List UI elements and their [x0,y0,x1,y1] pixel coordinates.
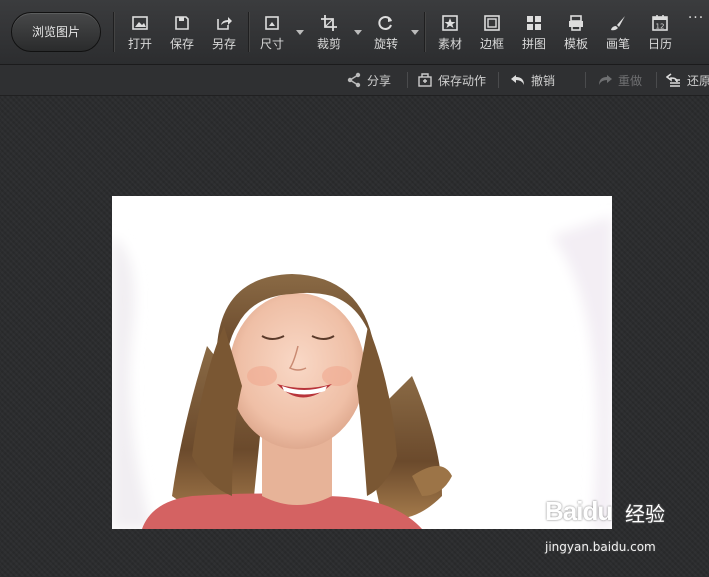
open-button[interactable]: 打开 [121,14,159,56]
template-icon [569,15,583,31]
rotate-label: 旋转 [373,37,398,51]
grid-icon [527,16,541,30]
save-button[interactable]: 保存 [163,14,201,56]
toolbar-divider [248,12,249,52]
collage-button[interactable]: 拼图 [515,14,553,56]
redo-button[interactable]: 重做 [597,72,642,88]
frame-button[interactable]: 边框 [473,14,511,56]
collage-label: 拼图 [521,37,546,51]
undo-button[interactable]: 撤销 [510,72,555,88]
frame-label: 边框 [479,37,504,51]
template-label: 模板 [563,37,588,51]
save-label: 保存 [169,37,194,51]
restore-label: 还原 [687,74,709,88]
calendar-label: 日历 [647,37,672,51]
baidu-jingyan-watermark: Baidu 经验 jingyan.baidu.com [545,496,695,560]
subbar-divider [498,72,499,88]
frame-icon [484,15,500,31]
watermark-logo: Baidu [545,496,613,526]
browse-images-button[interactable]: 浏览图片 [11,12,101,52]
calendar-button[interactable]: 12 日历 [641,14,679,56]
rotate-button[interactable]: 旋转 [367,14,405,56]
watermark-url: jingyan.baidu.com [545,540,656,554]
resize-icon [265,16,279,30]
undo-label: 撤销 [531,74,556,88]
redo-label: 重做 [618,74,643,88]
calendar-icon: 12 [652,15,668,31]
resize-label: 尺寸 [259,37,284,51]
photo-girl-smiling[interactable] [112,196,612,529]
save-action-button[interactable]: 保存动作 [417,72,486,88]
restore-icon [665,73,680,87]
star-icon [442,15,458,31]
rotate-icon [378,16,392,30]
template-button[interactable]: 模板 [557,14,595,56]
crop-button[interactable]: 裁剪 [310,14,348,56]
share-label: 分享 [367,74,392,88]
save-as-button[interactable]: 另存 [205,14,243,56]
share-icon [347,72,361,88]
subbar-divider [585,72,586,88]
more-button[interactable]: ··· [685,10,707,52]
subbar-divider [656,72,657,88]
restore-button[interactable]: 还原 [665,72,709,88]
calendar-day: 12 [656,23,665,31]
redo-icon [599,75,612,85]
crop-label: 裁剪 [316,37,341,51]
secondary-toolbar: 分享 保存动作 撤销 重做 还原 [0,65,709,145]
resize-button[interactable]: 尺寸 [253,14,291,56]
main-toolbar: 浏览图片 打开 保存 另存 尺寸 裁剪 旋转 素材 边框 拼图 模板 画笔 12… [0,0,709,65]
crop-icon [321,15,337,31]
undo-icon [511,75,524,85]
save-action-icon [418,73,432,87]
subbar-divider [407,72,408,88]
crop-dropdown-caret[interactable] [354,30,362,35]
resize-dropdown-caret[interactable] [296,30,304,35]
material-button[interactable]: 素材 [431,14,469,56]
brush-label: 画笔 [605,37,630,51]
save-action-label: 保存动作 [438,74,487,88]
toolbar-divider [113,12,114,52]
open-image-icon [132,16,148,30]
open-label: 打开 [127,37,152,51]
brush-button[interactable]: 画笔 [599,14,637,56]
save-as-icon [217,17,232,30]
material-label: 素材 [437,37,462,51]
save-icon [175,16,189,30]
brush-icon [611,16,625,31]
toolbar-divider [424,12,425,52]
rotate-dropdown-caret[interactable] [411,30,419,35]
watermark-jingyan: 经验 [625,502,665,526]
save-as-label: 另存 [211,37,236,51]
share-button[interactable]: 分享 [346,72,391,88]
